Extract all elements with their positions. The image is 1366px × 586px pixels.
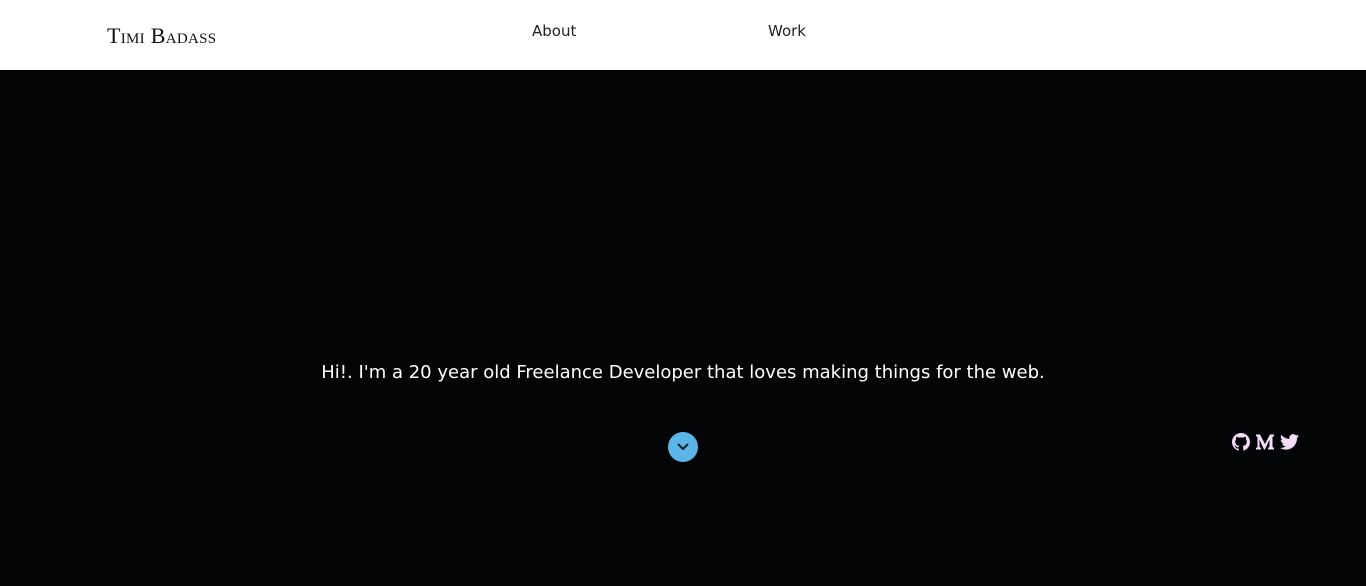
scroll-down-button[interactable] bbox=[668, 432, 698, 462]
brand-logo[interactable]: Timi Badass bbox=[107, 23, 216, 49]
medium-icon bbox=[1256, 434, 1274, 450]
hero-tagline: Hi!. I'm a 20 year old Freelance Develop… bbox=[321, 362, 1045, 383]
nav-about-link[interactable]: About bbox=[532, 22, 576, 40]
twitter-link[interactable] bbox=[1279, 432, 1299, 452]
hero-section: Hi!. I'm a 20 year old Freelance Develop… bbox=[0, 70, 1366, 586]
medium-link[interactable] bbox=[1255, 432, 1275, 452]
navbar: Timi Badass About Work bbox=[0, 0, 1366, 70]
github-icon bbox=[1232, 433, 1250, 451]
chevron-down-icon bbox=[677, 443, 689, 450]
github-link[interactable] bbox=[1231, 432, 1251, 452]
twitter-icon bbox=[1279, 434, 1299, 450]
social-links bbox=[1231, 432, 1299, 452]
nav-work-link[interactable]: Work bbox=[768, 22, 806, 40]
